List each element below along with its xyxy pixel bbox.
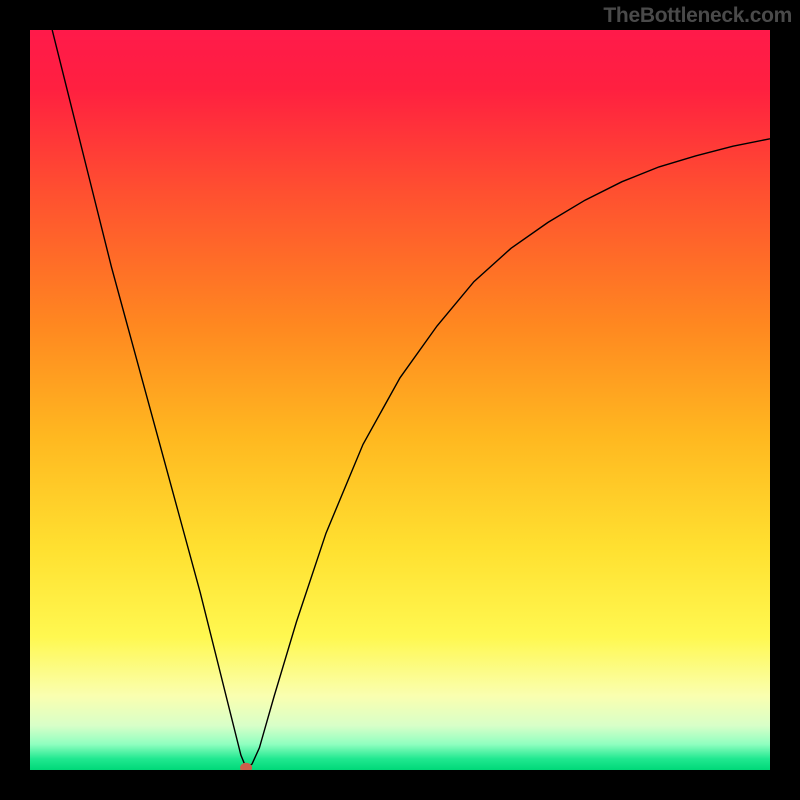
watermark-text: TheBottleneck.com: [603, 4, 792, 28]
bottleneck-chart: [30, 30, 770, 770]
chart-container: TheBottleneck.com: [0, 0, 800, 800]
gradient-background: [30, 30, 770, 770]
plot-area: [30, 30, 770, 770]
